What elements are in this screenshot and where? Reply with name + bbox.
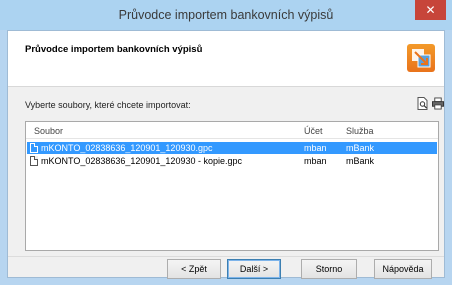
service-cell: mBank [346, 156, 375, 166]
column-header-file[interactable]: Soubor [34, 126, 63, 136]
file-list-header: Soubor Účet Služba [26, 122, 438, 139]
service-cell: mBank [346, 143, 375, 153]
back-button[interactable]: < Zpět [167, 259, 221, 279]
preview-icon[interactable] [417, 96, 429, 110]
window-title: Průvodce importem bankovních výpisů [118, 8, 334, 22]
title-bar[interactable]: Průvodce importem bankovních výpisů ✕ [0, 0, 452, 30]
account-cell: mban [304, 156, 327, 166]
column-header-account[interactable]: Účet [304, 126, 323, 136]
column-header-service[interactable]: Služba [346, 126, 374, 136]
next-button[interactable]: Další > [227, 259, 281, 279]
close-icon: ✕ [425, 3, 436, 17]
file-list[interactable]: Soubor Účet Služba mKONTO_02838636_12090… [25, 121, 439, 251]
print-icon[interactable] [432, 96, 444, 110]
help-button[interactable]: Nápověda [374, 259, 432, 279]
account-cell: mban [304, 143, 327, 153]
table-row[interactable]: mKONTO_02838636_120901_120930 - kopie.gp… [27, 155, 437, 167]
list-toolbar [417, 96, 445, 112]
file-icon [30, 156, 38, 166]
close-button[interactable]: ✕ [415, 0, 446, 20]
cancel-button[interactable]: Storno [301, 259, 357, 279]
wizard-header: Průvodce importem bankovních výpisů [8, 31, 444, 87]
import-wizard-icon [407, 44, 435, 72]
wizard-header-title: Průvodce importem bankovních výpisů [25, 44, 203, 55]
table-row[interactable]: mKONTO_02838636_120901_120930.gpc mban m… [27, 142, 437, 154]
footer-divider [8, 256, 444, 257]
wizard-client-area: Průvodce importem bankovních výpisů Vybe… [7, 30, 445, 279]
file-name: mKONTO_02838636_120901_120930 - kopie.gp… [41, 156, 242, 166]
select-files-label: Vyberte soubory, které chcete importovat… [25, 100, 191, 110]
file-icon [30, 143, 38, 153]
file-name: mKONTO_02838636_120901_120930.gpc [41, 143, 213, 153]
wizard-window: Průvodce importem bankovních výpisů ✕ Pr… [0, 0, 452, 285]
